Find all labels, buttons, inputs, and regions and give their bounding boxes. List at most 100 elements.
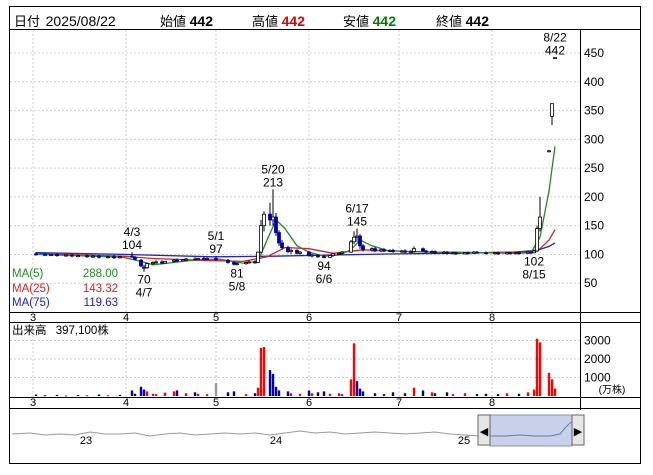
month-label: 4 [123, 312, 129, 324]
legend-ma5-name: MA(5) [12, 268, 44, 280]
candle-body [430, 251, 434, 253]
candle-body [34, 253, 38, 256]
volume-bar [277, 390, 281, 396]
price-tick-label: 150 [584, 219, 604, 233]
candle-body [163, 260, 167, 264]
volume-bar [268, 370, 272, 396]
candle-body [328, 255, 332, 258]
date-value: 2025/08/22 [45, 13, 116, 29]
volume-bar [433, 393, 437, 396]
volume-bar [451, 394, 455, 396]
annotation-date: 6/6 [316, 272, 333, 286]
candle-body [64, 254, 68, 257]
volume-bar [337, 393, 341, 396]
candle-body [55, 254, 59, 256]
candle-body [232, 262, 236, 265]
date-label: 日付 [14, 14, 41, 29]
candle-body [295, 250, 299, 254]
range-navigator[interactable]: ◀ ▶ 23 24 25 [10, 410, 640, 463]
candle-body [145, 263, 149, 269]
candle-body [553, 57, 557, 60]
candle-body [172, 259, 176, 262]
candle-body [466, 252, 470, 255]
candle-body [535, 228, 539, 252]
right-handle-arrow-icon: ▶ [574, 426, 583, 438]
candle-body [133, 256, 137, 260]
volume-bar [196, 393, 200, 396]
candle-body [70, 254, 74, 257]
annotation-date: 8/15 [522, 267, 546, 281]
navigator-year-label: 23 [80, 435, 92, 447]
candle-body [175, 259, 179, 262]
month-label: 6 [306, 312, 312, 324]
navigator-selection[interactable] [489, 414, 573, 447]
volume-bar [133, 393, 137, 396]
candle-body [91, 255, 95, 258]
candle-body [424, 250, 428, 253]
annotation-date: 5/8 [229, 279, 246, 293]
volume-bar [352, 343, 356, 396]
candle-body [409, 251, 413, 253]
volume-bar [310, 393, 314, 396]
close-label: 終値 [436, 14, 463, 29]
volume-bar [205, 394, 209, 396]
left-handle-arrow-icon: ◀ [480, 426, 489, 438]
candle-body [76, 255, 80, 258]
candle-body [202, 258, 206, 260]
candle-body [508, 252, 512, 255]
annotation-date: 4/7 [136, 286, 153, 300]
price-tick-label: 50 [584, 276, 598, 290]
candle-body [139, 259, 143, 267]
volume-bar [139, 386, 143, 396]
candle-body [112, 256, 116, 259]
candle-body [235, 263, 239, 266]
candle-body [226, 259, 230, 263]
volume-bar [271, 373, 275, 396]
candle-body [493, 252, 497, 255]
volume-bar [373, 393, 377, 396]
candle-body [322, 256, 326, 259]
candle-body [514, 252, 518, 255]
volume-bar [328, 393, 332, 396]
open-label: 始値 [160, 14, 187, 29]
volume-bar [391, 392, 395, 396]
annotation-value: 94 [317, 259, 331, 273]
price-tick-label: 350 [584, 104, 604, 118]
volume-bar [550, 379, 554, 396]
candle-body [379, 249, 383, 252]
volume-bar [484, 393, 488, 396]
volume-bar [76, 395, 80, 397]
volume-tick-label: 2000 [584, 352, 611, 366]
annotation-date: 6/17 [345, 202, 369, 216]
candle-body [550, 103, 554, 117]
open-field: 始値 442 [160, 11, 213, 30]
volume-bar [547, 372, 551, 396]
close-value: 442 [465, 13, 489, 29]
volume-bar [463, 393, 467, 396]
volume-bar [505, 393, 509, 396]
volume-bar [289, 393, 293, 396]
navigator-year-label: 24 [270, 435, 282, 447]
volume-bar [130, 390, 134, 396]
candle-body [496, 252, 500, 255]
low-field: 安値 442 [343, 11, 396, 30]
candle-body [391, 250, 395, 252]
candle-body [130, 255, 134, 258]
candle-body [160, 261, 164, 264]
candle-body [472, 251, 476, 254]
legend-ma75-value: 119.63 [83, 297, 118, 309]
candle-body [463, 252, 467, 255]
volume-bar [85, 395, 89, 397]
candle-body [403, 250, 407, 253]
volume-bar [403, 393, 407, 396]
volume-bar [64, 395, 68, 397]
volume-bar [412, 387, 416, 396]
candle-body [355, 235, 359, 238]
volume-month-label: 6 [306, 397, 312, 409]
volume-bar [307, 390, 311, 396]
volume-bar [517, 393, 521, 396]
candle-body [505, 252, 509, 255]
candle-body [256, 251, 260, 263]
volume-bar [43, 395, 47, 397]
month-label: 5 [213, 312, 219, 324]
